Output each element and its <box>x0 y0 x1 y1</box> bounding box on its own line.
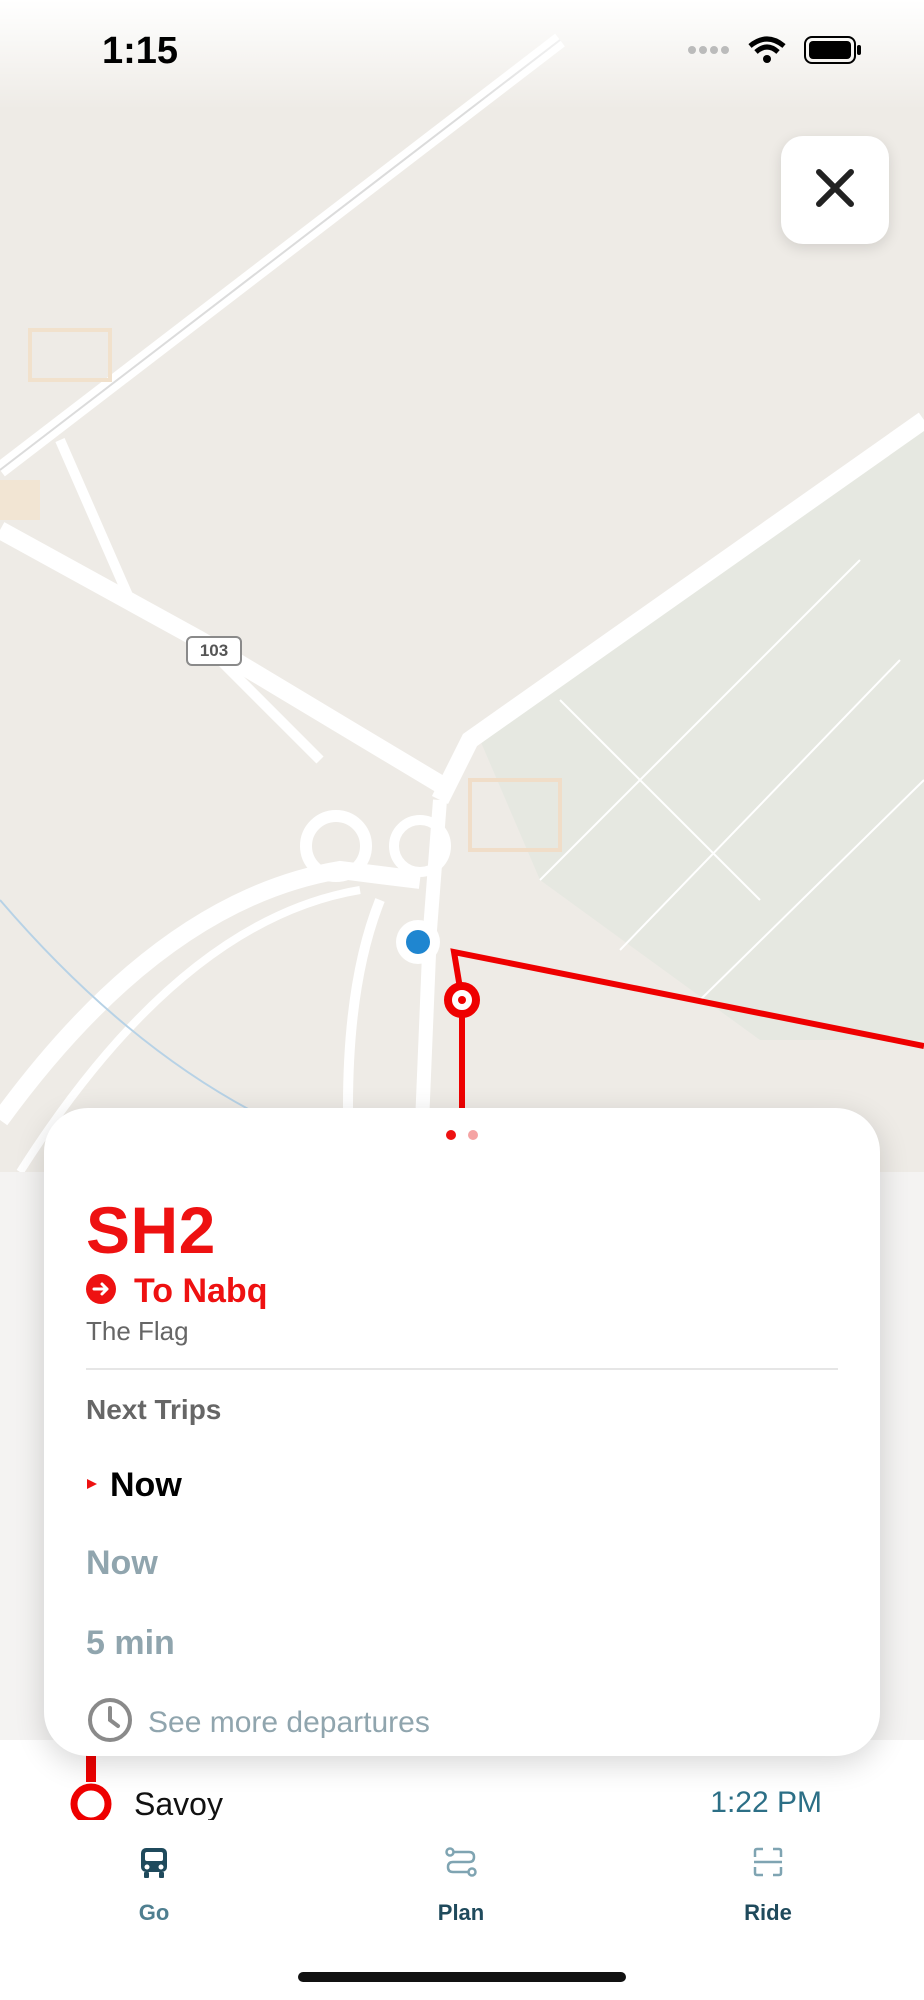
tab-ride-label: Ride <box>744 1900 792 1925</box>
page-dot-active <box>446 1130 456 1140</box>
status-bar: 1:15 <box>0 0 924 104</box>
divider <box>86 1368 838 1370</box>
page-indicator[interactable] <box>44 1130 880 1140</box>
tab-ride[interactable]: Ride <box>698 1846 838 1926</box>
home-indicator <box>298 1972 626 1982</box>
close-icon <box>816 168 854 212</box>
close-button[interactable] <box>781 136 889 244</box>
page-dot <box>468 1130 478 1140</box>
wifi-icon <box>748 36 786 69</box>
trip-item-selected[interactable]: Now <box>86 1466 182 1505</box>
tab-plan[interactable]: Plan <box>391 1846 531 1926</box>
selected-indicator-icon <box>86 1477 98 1495</box>
destination-label: To Nabq <box>134 1272 268 1310</box>
destination: To Nabq <box>86 1272 267 1311</box>
scan-icon <box>752 1846 784 1886</box>
trip-item[interactable]: 5 min <box>86 1624 175 1663</box>
status-time: 1:15 <box>102 30 179 72</box>
tab-go[interactable]: Go <box>84 1846 224 1926</box>
route-icon <box>445 1846 477 1886</box>
next-trips-title: Next Trips <box>86 1394 222 1425</box>
trip-card[interactable]: SH2 To Nabq The Flag Next Trips Now Now … <box>44 1108 880 1756</box>
see-more-departures-link[interactable]: See more departures <box>86 1696 430 1749</box>
stop-list-time: 1:22 PM <box>710 1786 822 1819</box>
trip-time: Now <box>110 1466 182 1504</box>
tab-bar: Go Plan Ride <box>0 1820 924 2000</box>
road-shield-103: 103 <box>186 636 242 666</box>
direction-arrow-icon <box>86 1274 116 1309</box>
stop-name: The Flag <box>86 1316 189 1346</box>
tab-go-label: Go <box>138 1900 170 1925</box>
road-shield-label: 103 <box>199 641 229 660</box>
park-area <box>480 420 924 1040</box>
clock-icon <box>86 1696 134 1749</box>
trip-item[interactable]: Now <box>86 1544 158 1583</box>
route-code: SH2 <box>86 1193 216 1267</box>
battery-icon <box>804 36 862 69</box>
stop-list-name: Savoy <box>134 1786 223 1822</box>
see-more-label: See more departures <box>148 1705 430 1739</box>
tab-plan-label: Plan <box>437 1900 485 1925</box>
status-icons <box>688 36 862 69</box>
bus-icon <box>139 1846 169 1886</box>
cellular-signal-icon <box>688 43 730 62</box>
